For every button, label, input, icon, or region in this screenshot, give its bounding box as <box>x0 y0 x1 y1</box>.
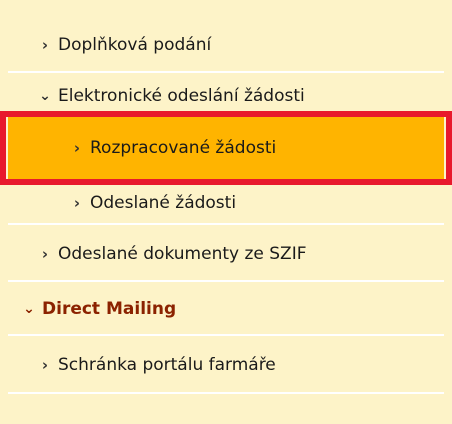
menu-item-doplnkova-podani[interactable]: › Doplňková podání <box>8 18 444 73</box>
menu-item-label: Direct Mailing <box>42 299 177 319</box>
menu-item-elektronicke-odeslani[interactable]: ⌄ Elektronické odeslání žádosti <box>8 75 444 119</box>
menu-item-direct-mailing[interactable]: ⌄ Direct Mailing <box>8 284 444 336</box>
chevron-right-icon: › <box>41 35 49 54</box>
menu-item-rozpracovane-zadosti[interactable]: › Rozpracované žádosti <box>8 117 444 181</box>
menu-item-label: Rozpracované žádosti <box>90 138 277 158</box>
menu-top-strip <box>0 0 452 18</box>
menu-item-label: Doplňková podání <box>58 34 212 55</box>
menu-item-odeslane-dokumenty[interactable]: › Odeslané dokumenty ze SZIF <box>8 227 444 282</box>
chevron-right-icon: › <box>41 356 49 374</box>
menu-item-label: Elektronické odeslání žádosti <box>58 86 305 106</box>
chevron-right-icon: › <box>73 194 81 212</box>
menu-item-label: Odeslané žádosti <box>90 193 237 213</box>
menu-bottom-filler <box>8 395 444 424</box>
menu-item-label: Odeslané dokumenty ze SZIF <box>58 243 307 264</box>
menu-item-schranka-portalu[interactable]: › Schránka portálu farmáře <box>8 338 444 394</box>
chevron-down-icon: ⌄ <box>39 88 51 104</box>
chevron-down-icon: ⌄ <box>23 301 35 317</box>
chevron-right-icon: › <box>73 139 81 157</box>
menu-item-odeslane-zadosti[interactable]: › Odeslané žádosti <box>8 183 444 225</box>
menu-item-label: Schránka portálu farmáře <box>58 355 276 375</box>
side-menu: › Doplňková podání ⌄ Elektronické odeslá… <box>0 0 452 424</box>
chevron-right-icon: › <box>41 244 49 263</box>
